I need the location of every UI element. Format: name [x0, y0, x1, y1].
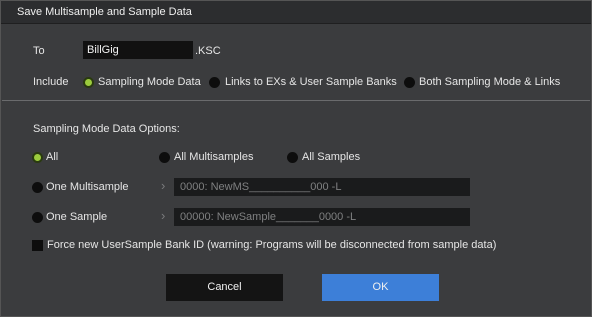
checkbox-icon: [32, 240, 43, 251]
one-multisample-label: One Multisample: [46, 181, 129, 193]
multisample-select-field[interactable]: 0000: NewMS__________000 -L: [174, 178, 470, 196]
radio-unselected-icon: [404, 77, 415, 88]
include-option-label: Sampling Mode Data: [98, 76, 201, 88]
dialog-title: Save Multisample and Sample Data: [17, 6, 192, 18]
all-samples-label: All Samples: [302, 151, 361, 163]
include-option-label: Links to EXs & User Sample Banks: [225, 76, 397, 88]
sampling-options-heading: Sampling Mode Data Options:: [33, 123, 180, 135]
radio-unselected-icon: [32, 212, 43, 223]
radio-selected-icon: [83, 77, 94, 88]
to-label: To: [33, 45, 45, 57]
ok-button[interactable]: OK: [322, 274, 439, 301]
radio-unselected-icon: [209, 77, 220, 88]
all-multisamples-label: All Multisamples: [174, 151, 254, 163]
filename-field[interactable]: BillGig: [83, 41, 193, 59]
radio-selected-icon: [32, 152, 43, 163]
radio-unselected-icon: [159, 152, 170, 163]
one-sample-label: One Sample: [46, 211, 108, 223]
force-new-bank-label: Force new UserSample Bank ID (warning: P…: [47, 239, 497, 251]
chevron-right-icon[interactable]: ›: [161, 209, 165, 222]
chevron-right-icon[interactable]: ›: [161, 179, 165, 192]
cancel-button[interactable]: Cancel: [166, 274, 283, 301]
radio-unselected-icon: [32, 182, 43, 193]
all-label: All: [46, 151, 59, 163]
section-divider: [2, 100, 590, 101]
sample-select-field[interactable]: 00000: NewSample_______0000 -L: [174, 208, 470, 226]
file-extension: .KSC: [195, 45, 221, 57]
include-option-label: Both Sampling Mode & Links: [419, 76, 561, 88]
dialog-titlebar: Save Multisample and Sample Data: [1, 1, 591, 24]
save-multisample-dialog: Save Multisample and Sample Data To Bill…: [0, 0, 592, 317]
radio-unselected-icon: [287, 152, 298, 163]
include-label: Include: [33, 76, 69, 88]
